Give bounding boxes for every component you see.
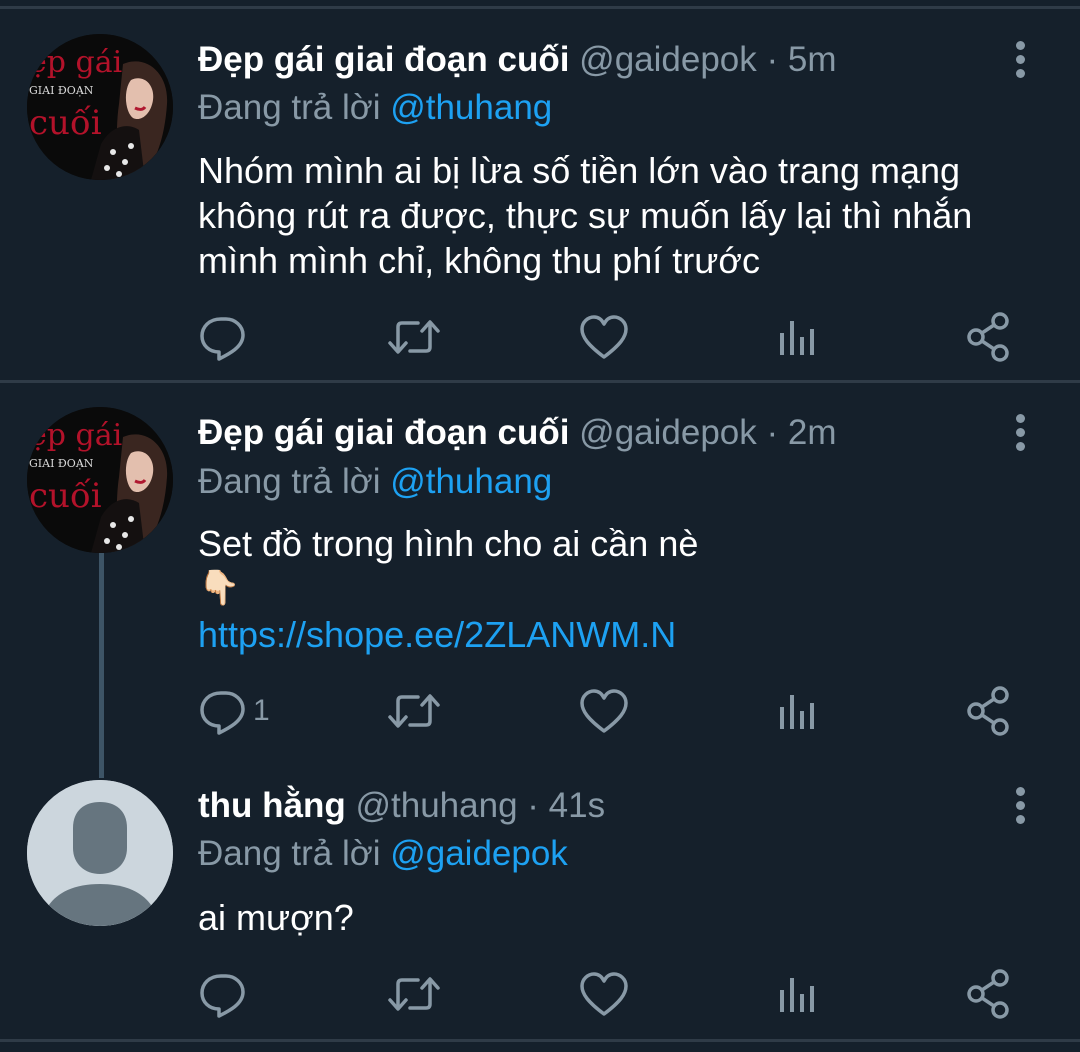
author-handle[interactable]: @thuhang — [355, 786, 517, 825]
analytics-icon — [780, 321, 814, 355]
reply-count: 1 — [253, 694, 270, 727]
retweet-icon — [388, 320, 440, 354]
analytics-button[interactable] — [766, 307, 826, 367]
reply-icon — [200, 317, 245, 361]
svg-text:cuối: cuối — [29, 103, 102, 143]
tweet-text: Set đồ trong hình cho ai cần nè — [198, 523, 699, 564]
retweet-icon — [388, 694, 440, 728]
thread-connector — [99, 553, 104, 778]
like-button[interactable] — [574, 681, 634, 741]
separator-dot: · — [766, 413, 779, 452]
heart-icon — [580, 315, 628, 359]
replying-to: Đang trả lời @thuhang — [198, 86, 552, 130]
tweet-header: Đẹp gái giai đoạn cuối @gaidepok · 2m — [198, 411, 837, 455]
share-button[interactable] — [958, 964, 1018, 1024]
tweet-text-line: không rút ra được, thực sự muốn lấy lại … — [198, 195, 973, 236]
tweet-text-line: Nhóm mình ai bị lừa số tiền lớn vào tran… — [198, 150, 961, 191]
tweet-header: thu hằng @thuhang · 41s — [198, 784, 605, 828]
bottom-divider — [0, 1039, 1080, 1042]
shopee-link[interactable]: https://shope.ee/2ZLANWM.N — [198, 612, 1048, 657]
mention-link[interactable]: @gaidepok — [390, 834, 568, 873]
more-vertical-icon[interactable] — [1008, 411, 1034, 455]
avatar[interactable]: ẹp gái GIAI ĐOẠN cuối — [27, 407, 173, 553]
share-icon — [967, 686, 1009, 736]
reply-icon — [200, 974, 245, 1018]
more-vertical-icon[interactable] — [1008, 38, 1034, 82]
retweet-button[interactable] — [384, 964, 444, 1024]
retweet-button[interactable] — [384, 681, 444, 741]
tweet-header: Đẹp gái giai đoạn cuối @gaidepok · 5m — [198, 38, 837, 82]
timestamp[interactable]: 5m — [788, 40, 837, 79]
separator-dot: · — [766, 40, 779, 79]
share-button[interactable] — [958, 307, 1018, 367]
replying-to-label: Đang trả lời — [198, 88, 391, 127]
replying-to-label: Đang trả lời — [198, 834, 391, 873]
author-name[interactable]: thu hằng — [198, 786, 346, 825]
tweet-text: Nhóm mình ai bị lừa số tiền lớn vào tran… — [198, 148, 1048, 283]
tweet-text: ai mượn? — [198, 897, 354, 938]
reply-button[interactable] — [194, 681, 254, 741]
pointing-down-emoji: 👇🏻 — [198, 569, 241, 607]
share-icon — [967, 312, 1009, 362]
separator-dot: · — [527, 786, 539, 825]
reply-button[interactable] — [194, 307, 254, 367]
tweet-text-line: mình mình chỉ, không thu phí trước — [198, 240, 760, 281]
tweet-divider — [0, 380, 1080, 383]
default-profile-icon — [27, 780, 173, 926]
avatar[interactable]: ẹp gái GIAI ĐOẠN cuối — [27, 34, 173, 180]
author-handle[interactable]: @gaidepok — [579, 40, 757, 79]
avatar-logo-text: ẹp gái — [29, 418, 122, 453]
replying-to: Đang trả lời @thuhang — [198, 460, 552, 504]
timestamp[interactable]: 2m — [788, 413, 837, 452]
default-avatar[interactable] — [27, 780, 173, 926]
author-handle[interactable]: @gaidepok — [579, 413, 757, 452]
svg-text:GIAI ĐOẠN: GIAI ĐOẠN — [29, 84, 94, 97]
share-icon — [967, 969, 1009, 1019]
svg-text:cuối: cuối — [29, 476, 102, 516]
share-button[interactable] — [958, 681, 1018, 741]
analytics-icon — [780, 978, 814, 1012]
top-divider — [0, 6, 1080, 9]
reply-icon — [200, 691, 245, 735]
svg-text:GIAI ĐOẠN: GIAI ĐOẠN — [29, 457, 94, 470]
heart-icon — [580, 972, 628, 1016]
mention-link[interactable]: @thuhang — [390, 88, 552, 127]
reply-button[interactable] — [194, 964, 254, 1024]
author-name[interactable]: Đẹp gái giai đoạn cuối — [198, 413, 569, 452]
more-vertical-icon[interactable] — [1008, 784, 1034, 828]
analytics-button[interactable] — [766, 964, 826, 1024]
mention-link[interactable]: @thuhang — [390, 462, 552, 501]
retweet-button[interactable] — [384, 307, 444, 367]
like-button[interactable] — [574, 964, 634, 1024]
analytics-button[interactable] — [766, 681, 826, 741]
analytics-icon — [780, 695, 814, 729]
avatar-logo-text: ẹp gái — [29, 45, 122, 80]
like-button[interactable] — [574, 307, 634, 367]
retweet-icon — [388, 977, 440, 1011]
replying-to: Đang trả lời @gaidepok — [198, 832, 568, 876]
replying-to-label: Đang trả lời — [198, 462, 391, 501]
heart-icon — [580, 689, 628, 733]
author-name[interactable]: Đẹp gái giai đoạn cuối — [198, 40, 569, 79]
timestamp[interactable]: 41s — [549, 786, 605, 825]
